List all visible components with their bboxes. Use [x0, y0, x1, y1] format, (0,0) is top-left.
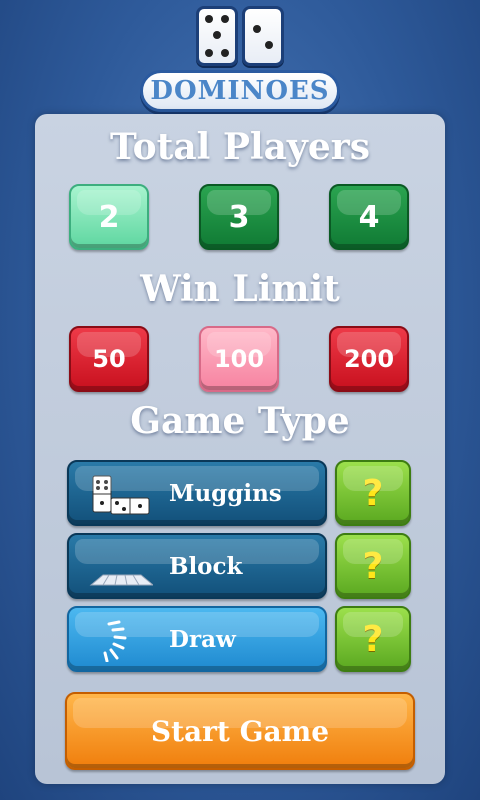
game-type-muggins-button[interactable]: Muggins: [67, 460, 327, 526]
win-limit-option-50[interactable]: 50: [69, 326, 149, 392]
help-question-icon: ?: [362, 545, 384, 587]
game-logo: DOMINOES: [140, 4, 340, 112]
game-type-label: Draw: [169, 625, 236, 653]
game-type-label: Muggins: [169, 479, 282, 507]
logo-title: DOMINOES: [140, 70, 340, 112]
game-type-label: Block: [169, 552, 243, 580]
total-players-heading: Total Players: [110, 126, 370, 168]
help-question-icon: ?: [362, 472, 384, 514]
players-option-label: 4: [358, 199, 380, 235]
draw-help-button[interactable]: ?: [335, 606, 411, 672]
players-option-4[interactable]: 4: [329, 184, 409, 250]
help-question-icon: ?: [362, 618, 384, 660]
settings-panel: Total Players 2 3 4 Win Limit 50 100 200…: [35, 114, 445, 784]
domino-row-icon: [89, 574, 153, 586]
win-limit-option-100[interactable]: 100: [199, 326, 279, 392]
players-option-3[interactable]: 3: [199, 184, 279, 250]
dominoes-logo-icon: [194, 6, 286, 70]
players-option-label: 2: [98, 199, 120, 235]
game-type-draw-button[interactable]: Draw: [67, 606, 327, 672]
die-five-icon: [196, 6, 238, 66]
dominoes-icon: [92, 475, 150, 515]
block-help-button[interactable]: ?: [335, 533, 411, 599]
die-two-icon: [242, 6, 284, 66]
win-limit-option-200[interactable]: 200: [329, 326, 409, 392]
start-game-button[interactable]: Start Game: [65, 692, 415, 770]
start-game-label: Start Game: [150, 714, 330, 748]
players-option-2[interactable]: 2: [69, 184, 149, 250]
game-type-block-button[interactable]: Block: [67, 533, 327, 599]
game-type-heading: Game Type: [130, 400, 350, 442]
win-limit-option-label: 200: [343, 345, 395, 373]
win-limit-option-label: 50: [92, 345, 126, 373]
win-limit-option-label: 100: [213, 345, 265, 373]
players-option-label: 3: [228, 199, 250, 235]
win-limit-heading: Win Limit: [140, 268, 340, 310]
spinner-icon: [103, 620, 127, 662]
muggins-help-button[interactable]: ?: [335, 460, 411, 526]
